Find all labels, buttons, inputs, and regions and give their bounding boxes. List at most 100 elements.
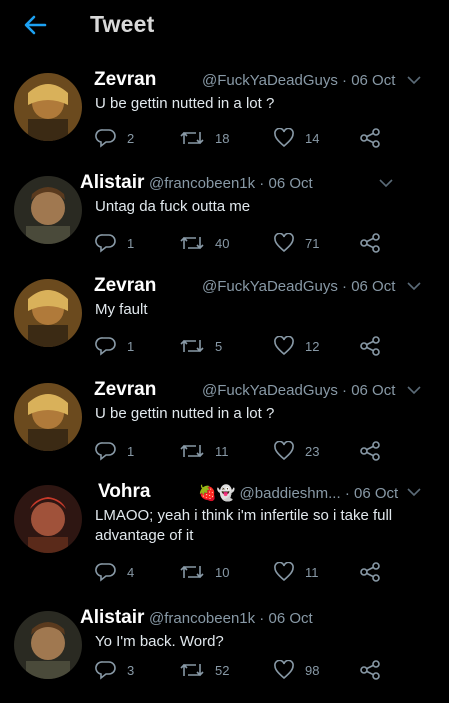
display-name[interactable]: Zevran xyxy=(94,379,156,401)
back-arrow-icon[interactable] xyxy=(22,12,48,38)
top-bar: Tweet xyxy=(0,0,449,58)
tweet-header: Zevran @FuckYaDeadGuys · 06 Oct xyxy=(94,275,439,299)
date: 06 Oct xyxy=(354,485,399,502)
handle-date: @FuckYaDeadGuys · 06 Oct xyxy=(202,382,396,399)
tweet-text: U be gettin nutted in a lot ? xyxy=(95,405,275,422)
display-name[interactable]: Vohra xyxy=(98,481,150,503)
like-count: 11 xyxy=(305,564,319,580)
heart-icon xyxy=(274,128,294,148)
share-button[interactable] xyxy=(359,658,381,682)
tweet-text: My fault xyxy=(95,301,148,318)
tweet[interactable]: Zevran @FuckYaDeadGuys · 06 Oct U be get… xyxy=(0,372,449,475)
share-icon xyxy=(360,441,380,461)
retweet-icon xyxy=(180,663,204,677)
vohra-avatar[interactable] xyxy=(14,485,82,553)
share-icon xyxy=(360,336,380,356)
reply-button[interactable]: 1 xyxy=(95,439,134,463)
tweet-actions: 1 11 23 xyxy=(95,439,395,463)
heart-icon xyxy=(274,336,294,356)
handle: @francobeen1k xyxy=(149,610,256,627)
handle-date: 🍓👻 @baddieshm... · 06 Oct xyxy=(198,485,399,502)
reply-icon xyxy=(95,234,116,253)
share-button[interactable] xyxy=(359,439,381,463)
reply-count: 2 xyxy=(127,130,135,146)
share-button[interactable] xyxy=(359,126,381,150)
date: 06 Oct xyxy=(351,278,396,295)
heart-icon xyxy=(274,660,294,680)
like-button[interactable]: 11 xyxy=(273,560,319,584)
retweet-button[interactable]: 52 xyxy=(179,658,229,682)
chevron-down-icon[interactable] xyxy=(407,281,421,291)
reply-icon xyxy=(95,337,116,356)
handle-date: @FuckYaDeadGuys · 06 Oct xyxy=(202,278,396,295)
share-button[interactable] xyxy=(359,231,381,255)
reply-count: 1 xyxy=(127,235,135,251)
retweet-button[interactable]: 10 xyxy=(179,560,229,584)
handle: @francobeen1k xyxy=(149,175,256,192)
reply-count: 1 xyxy=(127,443,135,459)
share-icon xyxy=(360,128,380,148)
alistair-avatar[interactable] xyxy=(14,611,82,679)
display-name[interactable]: Zevran xyxy=(94,69,156,91)
retweet-button[interactable]: 11 xyxy=(179,439,229,463)
reply-button[interactable]: 1 xyxy=(95,231,134,255)
like-button[interactable]: 23 xyxy=(273,439,319,463)
tweet[interactable]: Alistair @francobeen1k · 06 Oct Untag da… xyxy=(0,165,449,268)
tweet[interactable]: Vohra 🍓👻 @baddieshm... · 06 Oct LMAOO; y… xyxy=(0,474,449,594)
like-button[interactable]: 98 xyxy=(273,658,319,682)
tweet-text: Yo I'm back. Word? xyxy=(95,633,224,650)
share-icon xyxy=(360,233,380,253)
heart-icon xyxy=(274,562,294,582)
tweet-header: Vohra 🍓👻 @baddieshm... · 06 Oct xyxy=(98,481,443,505)
display-name[interactable]: Alistair xyxy=(80,607,144,629)
tweet[interactable]: Zevran @FuckYaDeadGuys · 06 Oct My fault… xyxy=(0,268,449,371)
reply-button[interactable]: 1 xyxy=(95,334,134,358)
handle: @baddieshm... xyxy=(239,485,341,502)
display-name[interactable]: Alistair xyxy=(80,172,144,194)
chevron-down-icon[interactable] xyxy=(407,487,421,497)
retweet-icon xyxy=(180,339,204,353)
tweet[interactable]: Zevran @FuckYaDeadGuys · 06 Oct U be get… xyxy=(0,62,449,165)
tweet-actions: 2 18 14 xyxy=(95,126,395,150)
like-button[interactable]: 71 xyxy=(273,231,319,255)
reply-icon xyxy=(95,129,116,148)
handle-date: @FuckYaDeadGuys · 06 Oct xyxy=(202,72,396,89)
reply-count: 3 xyxy=(127,662,135,678)
retweet-count: 40 xyxy=(215,235,230,251)
display-name[interactable]: Zevran xyxy=(94,275,156,297)
tweet-actions: 1 5 12 xyxy=(95,334,395,358)
share-button[interactable] xyxy=(359,560,381,584)
chevron-down-icon[interactable] xyxy=(379,178,393,188)
like-button[interactable]: 14 xyxy=(273,126,319,150)
zevran-avatar[interactable] xyxy=(14,73,82,141)
like-count: 12 xyxy=(305,338,320,354)
retweet-count: 5 xyxy=(215,338,223,354)
zevran-avatar[interactable] xyxy=(14,383,82,451)
reply-icon xyxy=(95,661,116,680)
chevron-down-icon[interactable] xyxy=(407,385,421,395)
handle-date: @francobeen1k · 06 Oct xyxy=(149,610,313,627)
handle: @FuckYaDeadGuys xyxy=(202,382,338,399)
zevran-avatar[interactable] xyxy=(14,279,82,347)
reply-button[interactable]: 4 xyxy=(95,560,134,584)
alistair-avatar[interactable] xyxy=(14,176,82,244)
reply-count: 4 xyxy=(127,564,135,580)
retweet-button[interactable]: 40 xyxy=(179,231,229,255)
retweet-count: 10 xyxy=(215,564,230,580)
tweet-text: LMAOO; yeah i think i'm infertile so i t… xyxy=(95,507,393,544)
date: 06 Oct xyxy=(268,175,313,192)
reply-icon xyxy=(95,442,116,461)
chevron-down-icon[interactable] xyxy=(407,75,421,85)
like-button[interactable]: 12 xyxy=(273,334,319,358)
retweet-button[interactable]: 5 xyxy=(179,334,222,358)
reply-button[interactable]: 2 xyxy=(95,126,134,150)
reply-button[interactable]: 3 xyxy=(95,658,134,682)
like-count: 14 xyxy=(305,130,320,146)
like-count: 98 xyxy=(305,662,320,678)
reply-icon xyxy=(95,563,116,582)
tweet-header: Zevran @FuckYaDeadGuys · 06 Oct xyxy=(94,379,439,403)
retweet-button[interactable]: 18 xyxy=(179,126,229,150)
retweet-icon xyxy=(180,565,204,579)
share-button[interactable] xyxy=(359,334,381,358)
tweet[interactable]: Alistair @francobeen1k · 06 Oct Yo I'm b… xyxy=(0,600,449,703)
